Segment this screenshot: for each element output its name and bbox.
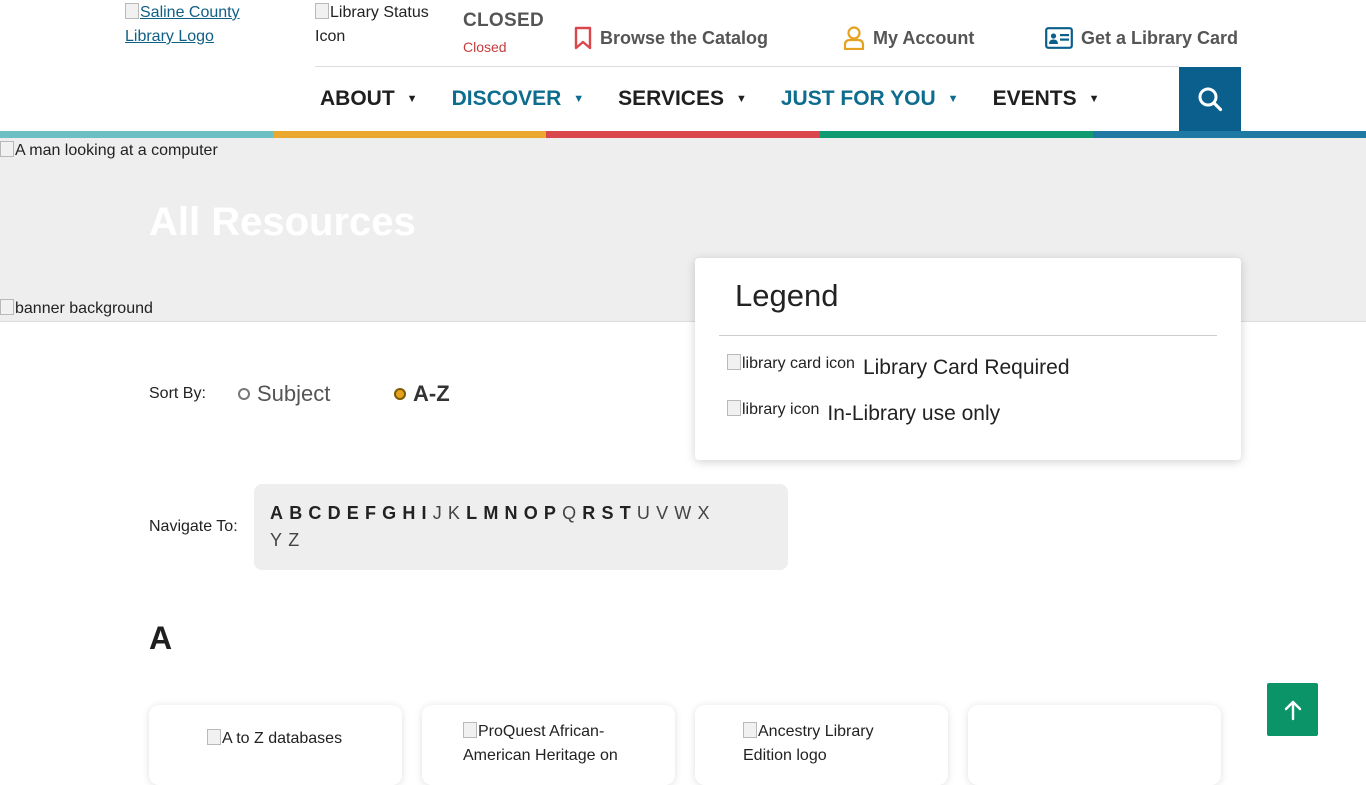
broken-image-icon (0, 141, 14, 157)
library-status-icon: Library Status Icon (315, 3, 429, 45)
radio-selected-icon (394, 388, 406, 400)
letter-link-z: Z (288, 530, 300, 550)
main-nav: ABOUT ▼ DISCOVER ▼ SERVICES ▼ JUST FOR YOU ▼… (320, 67, 1133, 131)
letter-link-u: U (636, 503, 650, 523)
resource-card[interactable]: ProQuest African-American Heritage on (422, 705, 675, 785)
resource-image: ProQuest African-American Heritage on (463, 722, 618, 764)
letter-link-n[interactable]: N (505, 500, 518, 527)
sort-subject-radio[interactable]: Subject (238, 381, 330, 407)
letter-link-t[interactable]: T (620, 500, 631, 527)
resource-card[interactable] (968, 705, 1221, 785)
letter-link-w: W (674, 503, 692, 523)
letter-link-x: X (697, 503, 710, 523)
sort-az-radio[interactable]: A-Z (394, 381, 450, 407)
letter-link-i[interactable]: I (422, 500, 427, 527)
letter-link-r[interactable]: R (582, 500, 595, 527)
letter-link-k: K (447, 503, 460, 523)
page-title: All Resources (149, 200, 416, 244)
back-to-top-button[interactable] (1267, 683, 1318, 736)
letter-link-v: V (656, 503, 669, 523)
resource-image: Ancestry Library Edition logo (743, 722, 874, 764)
letter-link-s[interactable]: S (601, 500, 613, 527)
legend-title: Legend (735, 278, 839, 313)
user-icon (843, 26, 865, 50)
letter-link-f[interactable]: F (365, 500, 376, 527)
letter-link-b[interactable]: B (289, 500, 302, 527)
get-library-card-link[interactable]: Get a Library Card (1045, 26, 1238, 50)
nav-item-about[interactable]: ABOUT ▼ (320, 87, 418, 111)
banner-image: A man looking at a computer (0, 141, 218, 160)
nav-item-events[interactable]: EVENTS ▼ (993, 87, 1100, 111)
arrow-up-icon (1284, 700, 1301, 720)
legend-item: library icon In-Library use only (727, 398, 1000, 426)
letter-link-m[interactable]: M (483, 500, 498, 527)
broken-image-icon (207, 729, 221, 745)
letter-link-j: J (432, 503, 442, 523)
broken-image-icon (125, 3, 139, 19)
letter-link-p[interactable]: P (544, 500, 556, 527)
letter-link-o[interactable]: O (524, 500, 538, 527)
resource-image: A to Z databases (207, 727, 342, 751)
legend-item-label: Library Card Required (862, 356, 1070, 379)
caret-down-icon: ▼ (573, 93, 585, 105)
search-button[interactable] (1179, 67, 1241, 131)
search-icon (1198, 87, 1223, 112)
legend-item: library card icon Library Card Required (727, 352, 1070, 380)
browse-catalog-link[interactable]: Browse the Catalog (574, 26, 768, 50)
letter-link-c[interactable]: C (308, 500, 321, 527)
letter-link-q: Q (562, 503, 577, 523)
broken-image-icon (743, 722, 757, 738)
caret-down-icon: ▼ (406, 93, 418, 105)
broken-image-icon (727, 354, 741, 370)
letter-index: ABCDEFGHIJKLMNOPQRSTUVWX YZ (254, 484, 788, 570)
site-logo[interactable]: Saline County Library Logo (125, 1, 285, 49)
legend-panel: Legend library card icon Library Card Re… (695, 258, 1241, 460)
library-icon: library icon (727, 398, 819, 419)
letter-link-l[interactable]: L (466, 500, 477, 527)
bookmark-icon (574, 26, 592, 50)
caret-down-icon: ▼ (947, 93, 959, 105)
broken-image-icon (315, 3, 329, 19)
letter-link-d[interactable]: D (328, 500, 341, 527)
legend-divider (719, 335, 1217, 336)
resource-card[interactable]: A to Z databases (149, 705, 402, 785)
section-heading: A (149, 620, 173, 656)
nav-item-discover[interactable]: DISCOVER ▼ (452, 87, 585, 111)
sort-label: Sort By: (149, 385, 206, 402)
nav-item-services[interactable]: SERVICES ▼ (618, 87, 747, 111)
letter-link-g[interactable]: G (382, 500, 396, 527)
broken-image-icon (727, 400, 741, 416)
letter-link-h[interactable]: H (402, 500, 415, 527)
caret-down-icon: ▼ (1088, 93, 1100, 105)
caret-down-icon: ▼ (735, 93, 747, 105)
letter-link-y: Y (270, 530, 283, 550)
id-card-icon (1045, 27, 1073, 49)
navigate-to-label: Navigate To: (149, 518, 238, 535)
library-status: CLOSED (463, 10, 544, 31)
radio-unselected-icon (238, 388, 250, 400)
banner-background-image: banner background (0, 299, 153, 318)
library-card-icon: library card icon (727, 352, 855, 373)
broken-image-icon (0, 299, 14, 315)
color-stripe (0, 131, 1366, 138)
resource-card[interactable]: Ancestry Library Edition logo (695, 705, 948, 785)
legend-item-label: In-Library use only (827, 402, 1001, 425)
letter-link-e[interactable]: E (347, 500, 359, 527)
broken-image-icon (463, 722, 477, 738)
my-account-link[interactable]: My Account (843, 26, 974, 50)
library-status-detail: Closed (463, 39, 507, 55)
letter-link-a[interactable]: A (270, 500, 283, 527)
nav-item-just-for-you[interactable]: JUST FOR YOU ▼ (781, 87, 959, 111)
